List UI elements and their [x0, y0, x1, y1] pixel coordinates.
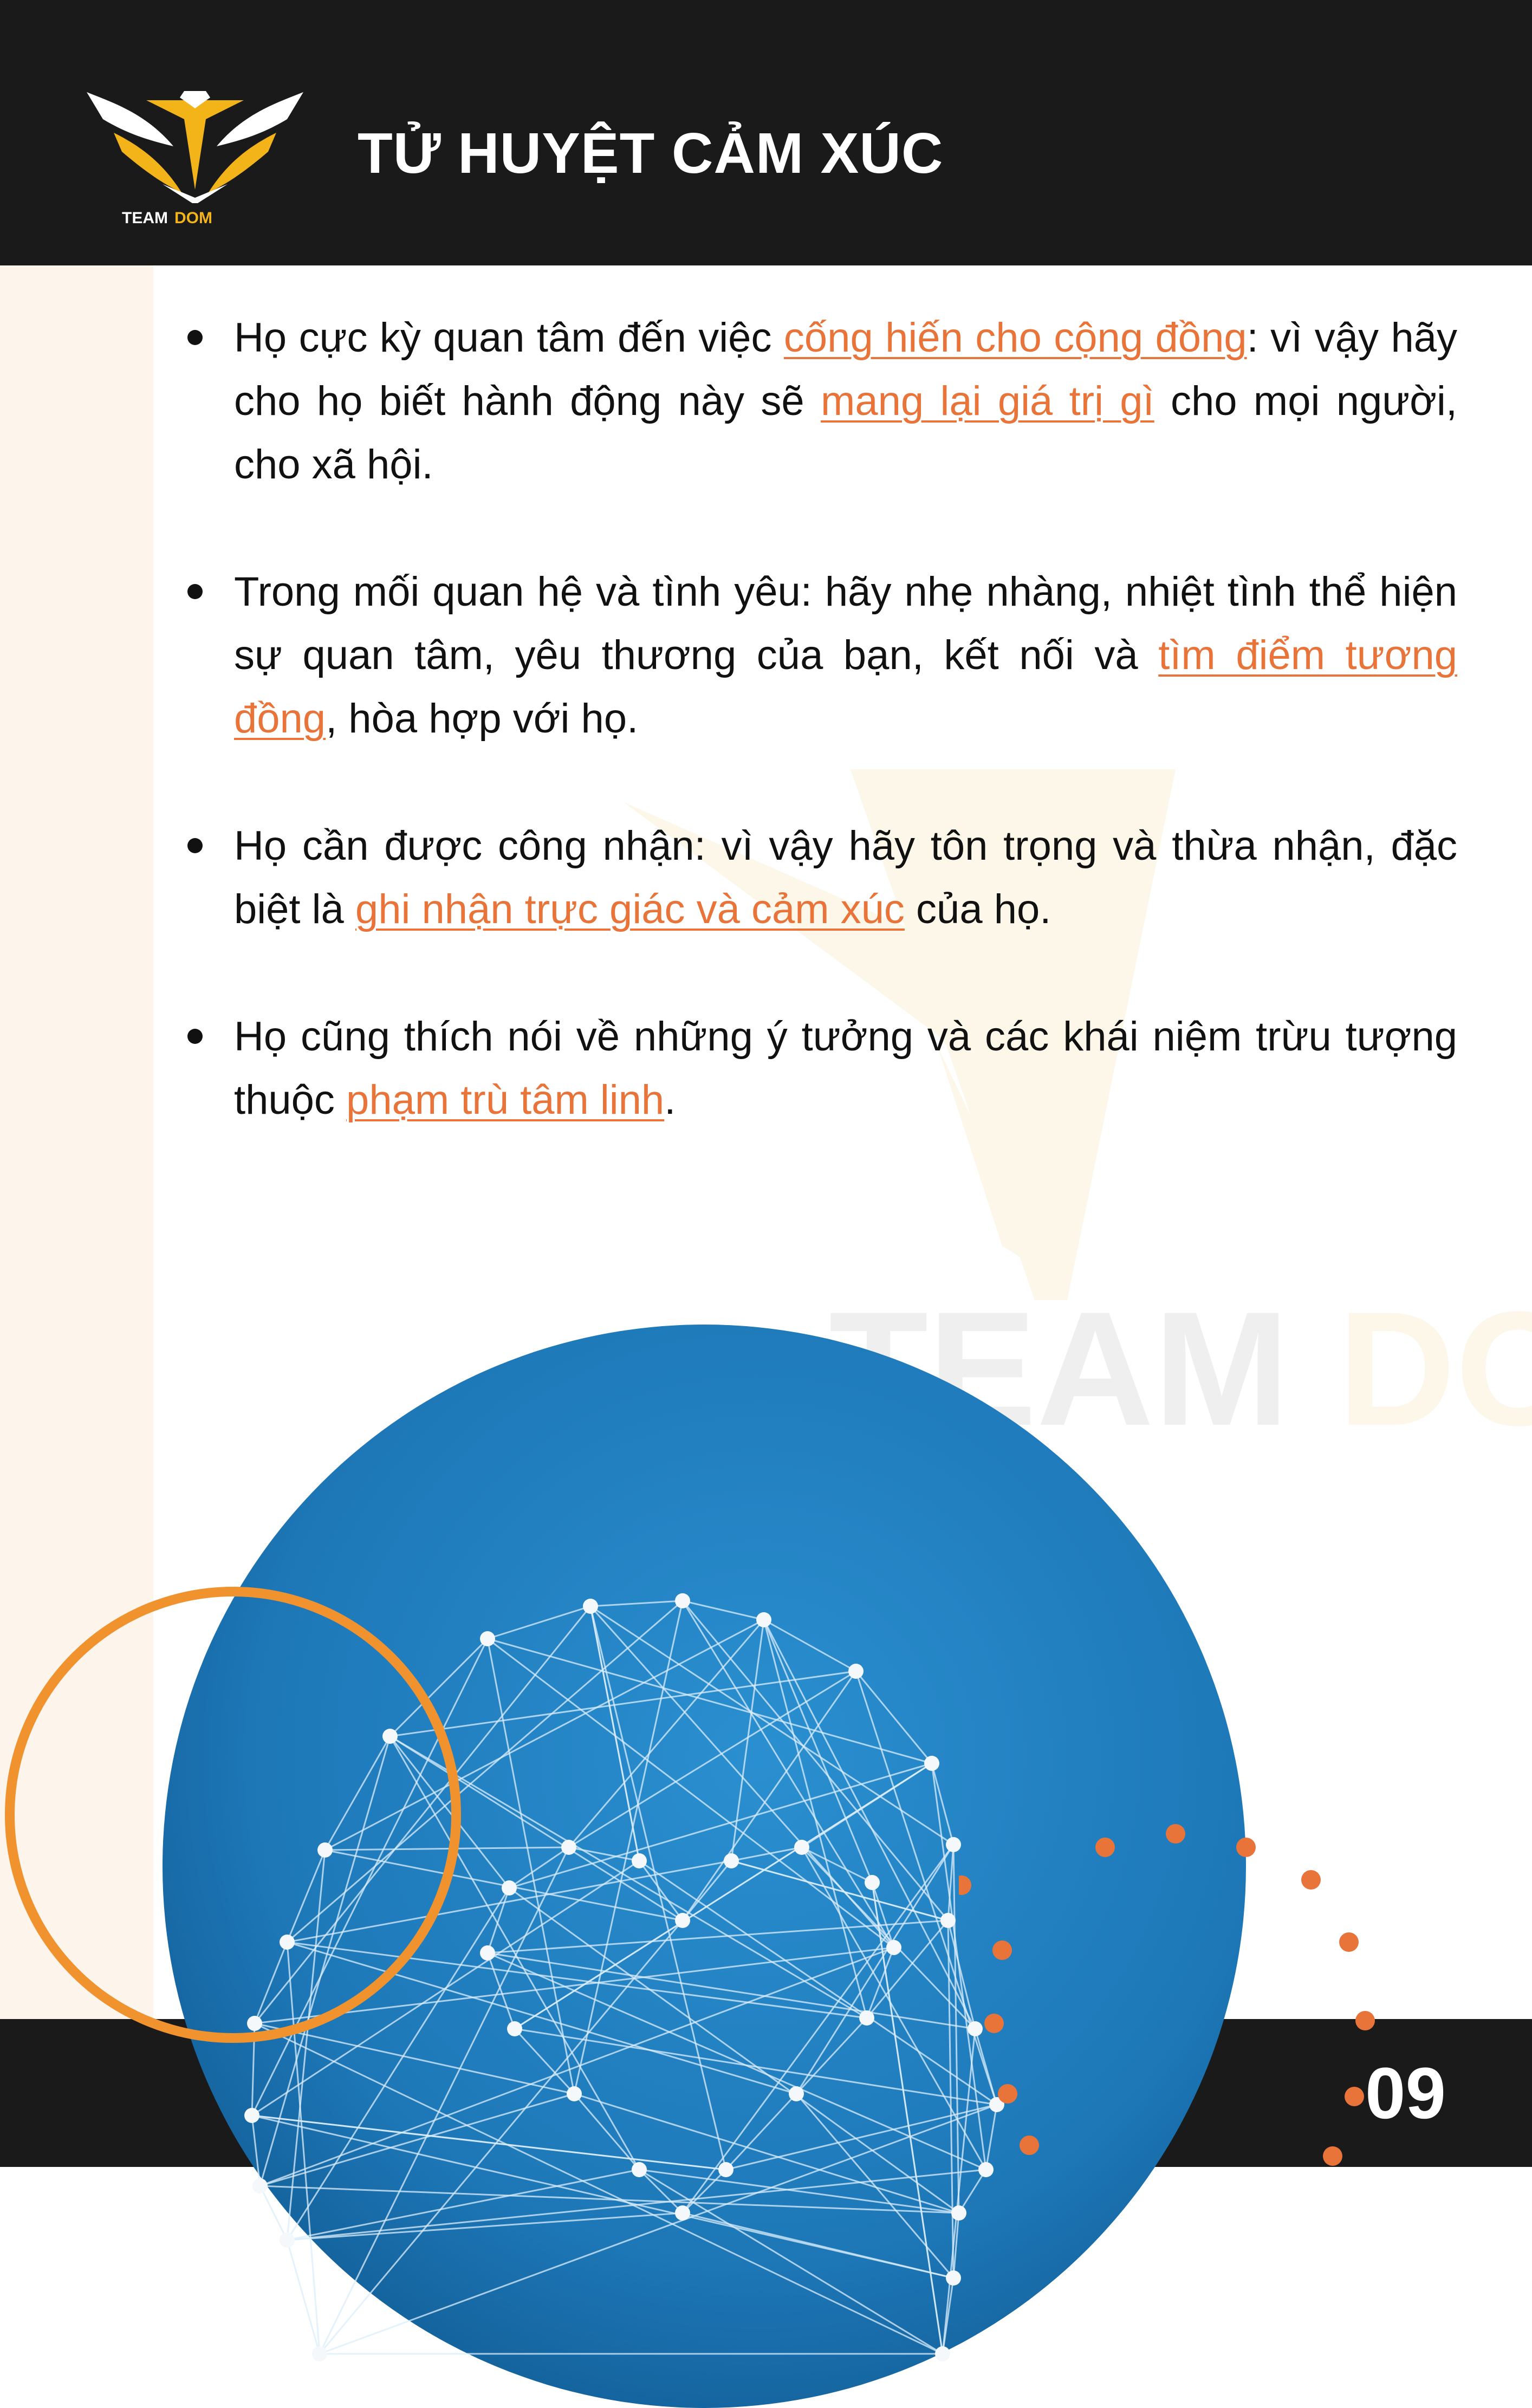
pin	[561, 1840, 576, 1855]
pin	[675, 1913, 690, 1928]
page-number: 09	[1365, 2053, 1446, 2134]
pin	[924, 1756, 939, 1771]
orange-dot	[998, 2084, 1017, 2104]
pin	[280, 2232, 295, 2248]
logo-text: TEAM	[122, 209, 168, 227]
bullet-item: Họ cũng thích nói về những ý tưởng và cá…	[184, 1005, 1457, 1132]
bullet-text: Họ cực kỳ quan tâm đến việc	[234, 315, 784, 361]
bullet-text: .	[664, 1077, 676, 1123]
bullet-item: Trong mối quan hệ và tình yêu: hãy nhẹ n…	[184, 560, 1457, 750]
orange-dot	[1345, 2087, 1364, 2106]
pin	[244, 2108, 259, 2123]
orange-dot	[1020, 2136, 1039, 2155]
pin	[583, 1599, 598, 1614]
orange-dot	[959, 1875, 971, 1895]
orange-dot	[1339, 1932, 1359, 1952]
pin	[789, 2086, 804, 2101]
bullet-list: Họ cực kỳ quan tâm đến việc cống hiến ch…	[184, 306, 1457, 1196]
pin	[718, 2162, 733, 2177]
highlighted-phrase: phạm trù tâm linh	[346, 1077, 665, 1123]
pin	[951, 2205, 966, 2221]
orange-dots-decoration	[959, 1824, 1375, 2166]
pin	[886, 1940, 901, 1955]
orange-dot	[1236, 1838, 1256, 1857]
orange-dot	[1166, 1824, 1185, 1844]
logo-text-accent: DOM	[174, 209, 212, 227]
watermark-text-accent: DOM	[1338, 1277, 1532, 1436]
orange-dot	[1355, 2011, 1375, 2030]
pin	[632, 2162, 647, 2177]
pin	[675, 2205, 690, 2221]
pin	[946, 2270, 961, 2286]
bullet-text: , hòa hợp với họ.	[326, 696, 639, 742]
highlighted-phrase: ghi nhận trực giác và cảm xúc	[355, 886, 905, 932]
pin	[480, 1631, 495, 1646]
pin	[859, 2010, 874, 2026]
orange-dot	[992, 1940, 1012, 1960]
wings-icon	[87, 91, 303, 203]
pin	[507, 2021, 522, 2036]
pin	[567, 2086, 582, 2101]
pin	[480, 1945, 495, 1961]
pin	[675, 1593, 690, 1608]
bullet-item: Họ cực kỳ quan tâm đến việc cống hiến ch…	[184, 306, 1457, 496]
orange-ring	[5, 1587, 461, 2043]
page-title: TỬ HUYỆT CẢM XÚC	[358, 121, 944, 185]
pin	[724, 1853, 739, 1868]
bullet-item: Họ cần được công nhận: vì vậy hãy tôn tr…	[184, 814, 1457, 941]
pin	[312, 2346, 327, 2361]
pin	[794, 1840, 809, 1855]
highlighted-phrase: cống hiến cho cộng đồng	[783, 315, 1247, 361]
teamdom-logo: TEAM DOM	[87, 91, 303, 227]
pin	[865, 1875, 880, 1890]
orange-dot	[1323, 2146, 1342, 2166]
orange-dot	[1301, 1870, 1321, 1890]
pin	[935, 2346, 950, 2361]
pin	[940, 1913, 956, 1928]
highlighted-phrase: mang lại giá trị gì	[821, 378, 1154, 424]
bullet-text: của họ.	[904, 886, 1051, 932]
pin	[252, 2178, 268, 2193]
pin	[632, 1853, 647, 1868]
pin	[502, 1880, 517, 1896]
pin	[756, 1612, 771, 1627]
orange-dot	[984, 2014, 1004, 2033]
pin	[848, 1664, 864, 1679]
orange-dot	[1095, 1838, 1115, 1857]
